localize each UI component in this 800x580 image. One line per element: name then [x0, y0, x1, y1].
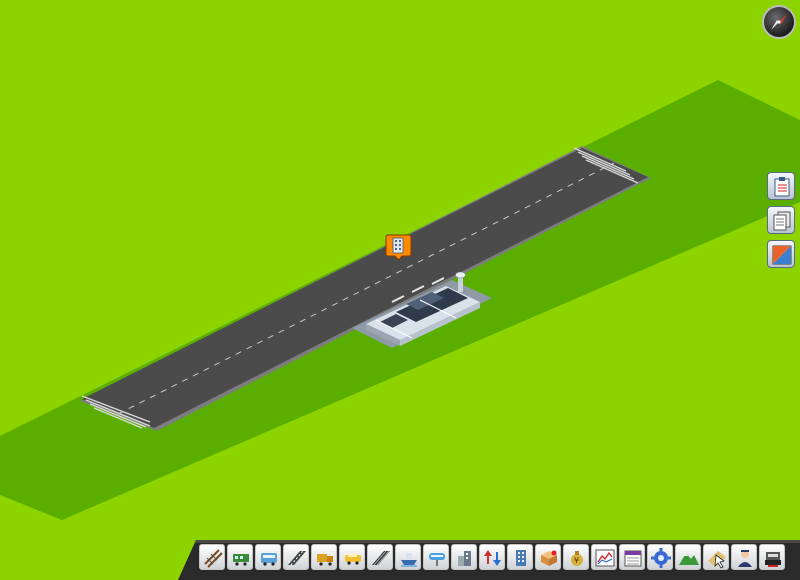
toolbar-buildings-button[interactable]: [451, 544, 477, 570]
game-map[interactable]: [0, 0, 800, 580]
toolbar-rail-button[interactable]: [199, 544, 225, 570]
toolbar-bus-button[interactable]: [255, 544, 281, 570]
money-bag-icon: ¥: [571, 551, 583, 566]
reports-button[interactable]: [767, 206, 795, 234]
calendar-icon: [624, 550, 642, 567]
toolbar-cargo-button[interactable]: [535, 544, 561, 570]
bus-icon: [261, 553, 277, 566]
raise-lower-icon: [484, 550, 501, 566]
buildings-icon: [458, 551, 471, 566]
toolbar-monorail-button[interactable]: [423, 544, 449, 570]
graph-icon: [595, 549, 615, 567]
toolbar-tower-button[interactable]: [507, 544, 533, 570]
toolbar-graphs-button[interactable]: [591, 544, 617, 570]
toolbar-vehicle-button[interactable]: [339, 544, 365, 570]
toolbar-finance-button[interactable]: ¥: [563, 544, 589, 570]
road-icon: [288, 550, 306, 566]
toolbar-terrain-button[interactable]: [479, 544, 505, 570]
vehicle-icon: [345, 553, 361, 565]
monorail-icon: [429, 553, 445, 566]
toolbar-train-button[interactable]: [227, 544, 253, 570]
toolbar-ship-button[interactable]: [395, 544, 421, 570]
highway-icon: [372, 550, 390, 566]
bulldozer-icon: [765, 552, 781, 567]
documents-icon: [773, 211, 791, 231]
mountain-icon: [679, 553, 699, 565]
route-icon: [772, 245, 792, 265]
toolbar-road-button[interactable]: [283, 544, 309, 570]
cursor-icon: [708, 551, 726, 569]
compass-icon[interactable]: [762, 5, 796, 39]
cargo-box-icon: [541, 550, 557, 566]
toolbar-highway-button[interactable]: [367, 544, 393, 570]
station-marker-icon[interactable]: [385, 233, 412, 261]
build-toolbar: ¥: [178, 540, 800, 580]
svg-text:¥: ¥: [574, 556, 579, 565]
toolbar-landscape-button[interactable]: [675, 544, 701, 570]
clipboard-icon: [774, 177, 790, 197]
railroad-track-icon: [204, 549, 223, 568]
schedule-button[interactable]: [767, 172, 795, 200]
gear-icon: [651, 548, 671, 568]
route-button[interactable]: [767, 240, 795, 268]
toolbar-truck-button[interactable]: [311, 544, 337, 570]
toolbar-demolish-button[interactable]: [759, 544, 785, 570]
toolbar-settings-button[interactable]: [647, 544, 673, 570]
advisor-icon: [738, 550, 752, 567]
toolbar-advisor-button[interactable]: [731, 544, 757, 570]
toolbar-calendar-button[interactable]: [619, 544, 645, 570]
train-icon: [233, 554, 249, 566]
ship-icon: [401, 553, 417, 567]
truck-icon: [317, 554, 333, 566]
tower-icon: [516, 550, 526, 566]
toolbar-pointer-button[interactable]: [703, 544, 729, 570]
